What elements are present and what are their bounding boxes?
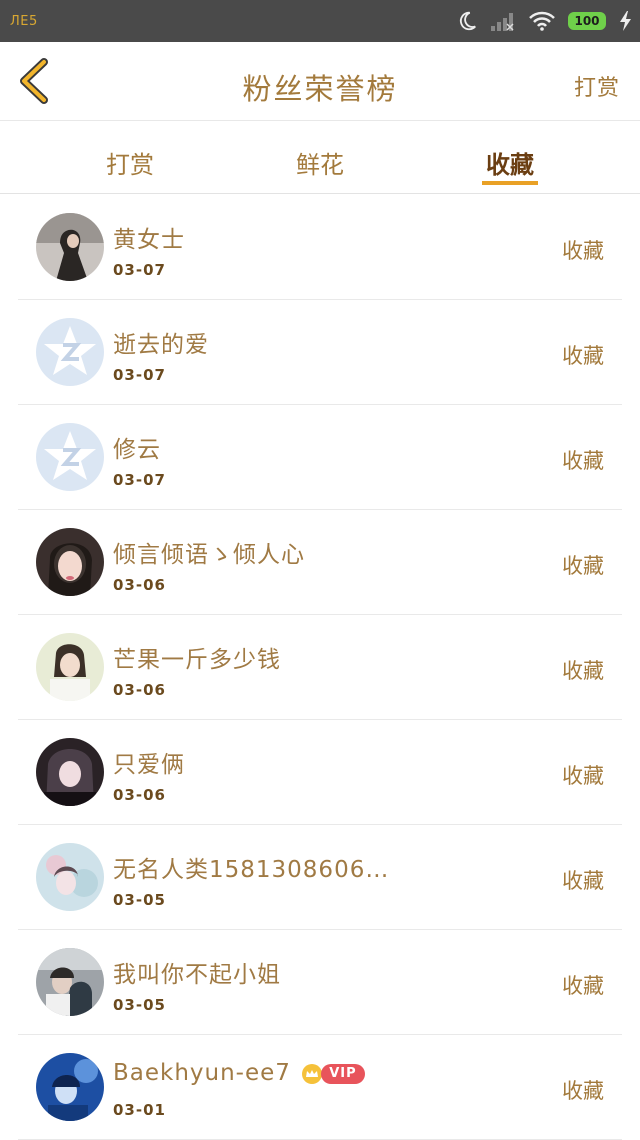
date: 03-05 (113, 891, 166, 909)
avatar (36, 213, 104, 281)
user-name: 黄女士 (113, 227, 185, 253)
favorite-label: 收藏 (562, 869, 604, 893)
user-name: 芒果一斤多少钱 (113, 647, 281, 673)
favorite-label: 收藏 (562, 764, 604, 788)
list-item[interactable]: 修云 03-07 收藏 (18, 405, 622, 510)
list-item[interactable]: 芒果一斤多少钱 03-06 收藏 (18, 615, 622, 720)
fan-list: 黄女士 03-07 收藏 逝去的爱 03-07 收藏 修云 03-07 收藏 倾… (0, 195, 640, 1140)
moon-icon (459, 11, 476, 31)
list-item[interactable]: 只爱俩 03-06 收藏 (18, 720, 622, 825)
date: 03-07 (113, 261, 166, 279)
favorite-label: 收藏 (562, 659, 604, 683)
tab-tip[interactable]: 打赏 (70, 145, 190, 180)
list-item[interactable]: 无名人类1581308606… 03-05 收藏 (18, 825, 622, 930)
favorite-label: 收藏 (562, 449, 604, 473)
user-name: 倾言倾语ゝ倾人心 (113, 542, 305, 568)
charging-bolt-icon (620, 11, 631, 31)
signal-icon (491, 13, 514, 31)
avatar (36, 1053, 104, 1121)
date: 03-01 (113, 1101, 166, 1119)
tab-bar: 打赏 鲜花 收藏 (0, 121, 640, 194)
page-title: 粉丝荣誉榜 (242, 72, 398, 106)
list-item[interactable]: 我叫你不起小姐 03-05 收藏 (18, 930, 622, 1035)
crown-icon (302, 1063, 323, 1084)
vip-badge-group: VIP (301, 1063, 365, 1085)
favorite-label: 收藏 (562, 239, 604, 263)
list-item[interactable]: 逝去的爱 03-07 收藏 (18, 300, 622, 405)
user-name-text: Baekhyun-ee7 (113, 1060, 291, 1086)
header-tip-button[interactable]: 打赏 (574, 70, 620, 102)
default-avatar-icon (36, 423, 104, 491)
date: 03-07 (113, 366, 166, 384)
list-item[interactable]: 倾言倾语ゝ倾人心 03-06 收藏 (18, 510, 622, 615)
user-name: 我叫你不起小姐 (113, 962, 281, 988)
default-avatar-icon (36, 318, 104, 386)
list-item[interactable]: 黄女士 03-07 收藏 (18, 195, 622, 300)
avatar (36, 948, 104, 1016)
favorite-label: 收藏 (562, 1079, 604, 1103)
battery-indicator: 100 (568, 12, 606, 30)
status-left-text: ЛЕ5 (10, 14, 38, 29)
vip-badge: VIP (321, 1063, 365, 1084)
date: 03-05 (113, 996, 166, 1014)
date: 03-06 (113, 576, 166, 594)
user-name: 修云 (113, 437, 161, 463)
wifi-icon (529, 11, 555, 31)
avatar (36, 738, 104, 806)
active-tab-indicator (482, 181, 538, 185)
user-name: 只爱俩 (113, 752, 185, 778)
date: 03-06 (113, 786, 166, 804)
user-name: 逝去的爱 (113, 332, 209, 358)
avatar (36, 528, 104, 596)
header: 粉丝荣誉榜 打赏 (0, 42, 640, 121)
favorite-label: 收藏 (562, 974, 604, 998)
tab-flowers[interactable]: 鲜花 (260, 145, 380, 180)
list-item[interactable]: Baekhyun-ee7 VIP 03-01 收藏 (18, 1035, 622, 1140)
avatar (36, 843, 104, 911)
status-icons: 100 (456, 6, 634, 36)
status-bar: ЛЕ5 100 (0, 0, 640, 42)
user-name: 无名人类1581308606… (113, 857, 390, 883)
date: 03-07 (113, 471, 166, 489)
date: 03-06 (113, 681, 166, 699)
favorite-label: 收藏 (562, 344, 604, 368)
tab-favorites[interactable]: 收藏 (450, 145, 570, 180)
favorite-label: 收藏 (562, 554, 604, 578)
user-name: Baekhyun-ee7 VIP (113, 1060, 365, 1086)
avatar (36, 633, 104, 701)
